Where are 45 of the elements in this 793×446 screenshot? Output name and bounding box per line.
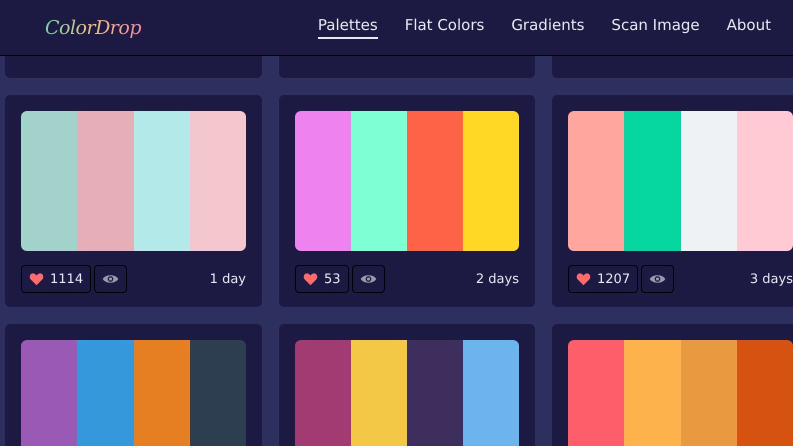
color-swatch[interactable] <box>134 111 190 251</box>
color-swatch[interactable] <box>21 340 78 446</box>
color-swatch[interactable] <box>568 111 624 251</box>
color-swatch[interactable] <box>134 340 190 446</box>
color-swatch[interactable] <box>295 340 351 446</box>
heart-icon <box>576 272 591 286</box>
eye-icon <box>360 273 377 285</box>
color-swatch[interactable] <box>407 340 463 446</box>
age-label: 2 days <box>476 272 519 286</box>
color-swatch[interactable] <box>463 340 519 446</box>
view-button[interactable] <box>352 265 385 293</box>
heart-icon <box>303 272 318 286</box>
color-swatch[interactable] <box>463 111 519 251</box>
like-button[interactable]: 53 <box>295 265 349 293</box>
eye-icon <box>649 273 666 285</box>
view-button[interactable] <box>94 265 128 293</box>
color-swatch[interactable] <box>407 111 463 251</box>
eye-icon <box>102 273 120 285</box>
color-swatch[interactable] <box>736 340 793 446</box>
like-button[interactable]: 1114 <box>21 265 92 293</box>
nav-link[interactable]: About <box>726 16 771 39</box>
heart-icon <box>29 272 44 286</box>
color-swatch[interactable] <box>624 111 680 251</box>
color-swatch[interactable] <box>624 340 680 446</box>
color-swatch[interactable] <box>568 340 624 446</box>
color-swatch[interactable] <box>77 111 134 251</box>
color-swatch[interactable] <box>21 111 78 251</box>
color-swatch[interactable] <box>680 111 737 251</box>
nav-link[interactable]: Flat Colors <box>404 16 484 39</box>
age-label: 3 days <box>750 272 793 286</box>
color-swatch[interactable] <box>351 111 407 251</box>
color-swatch[interactable] <box>77 340 134 446</box>
color-swatch[interactable] <box>190 111 246 251</box>
color-swatch[interactable] <box>190 340 246 446</box>
like-button[interactable]: 1207 <box>568 265 638 293</box>
nav-link[interactable]: Palettes <box>318 16 378 39</box>
age-label: 1 day <box>210 272 246 286</box>
nav-link[interactable]: Gradients <box>511 16 584 39</box>
color-swatch[interactable] <box>295 111 351 251</box>
color-swatch[interactable] <box>680 340 737 446</box>
color-swatch[interactable] <box>351 340 407 446</box>
nav-link[interactable]: Scan Image <box>611 16 700 39</box>
color-swatch[interactable] <box>736 111 793 251</box>
view-button[interactable] <box>641 265 674 293</box>
logo[interactable]: ColorDrop <box>45 16 141 38</box>
